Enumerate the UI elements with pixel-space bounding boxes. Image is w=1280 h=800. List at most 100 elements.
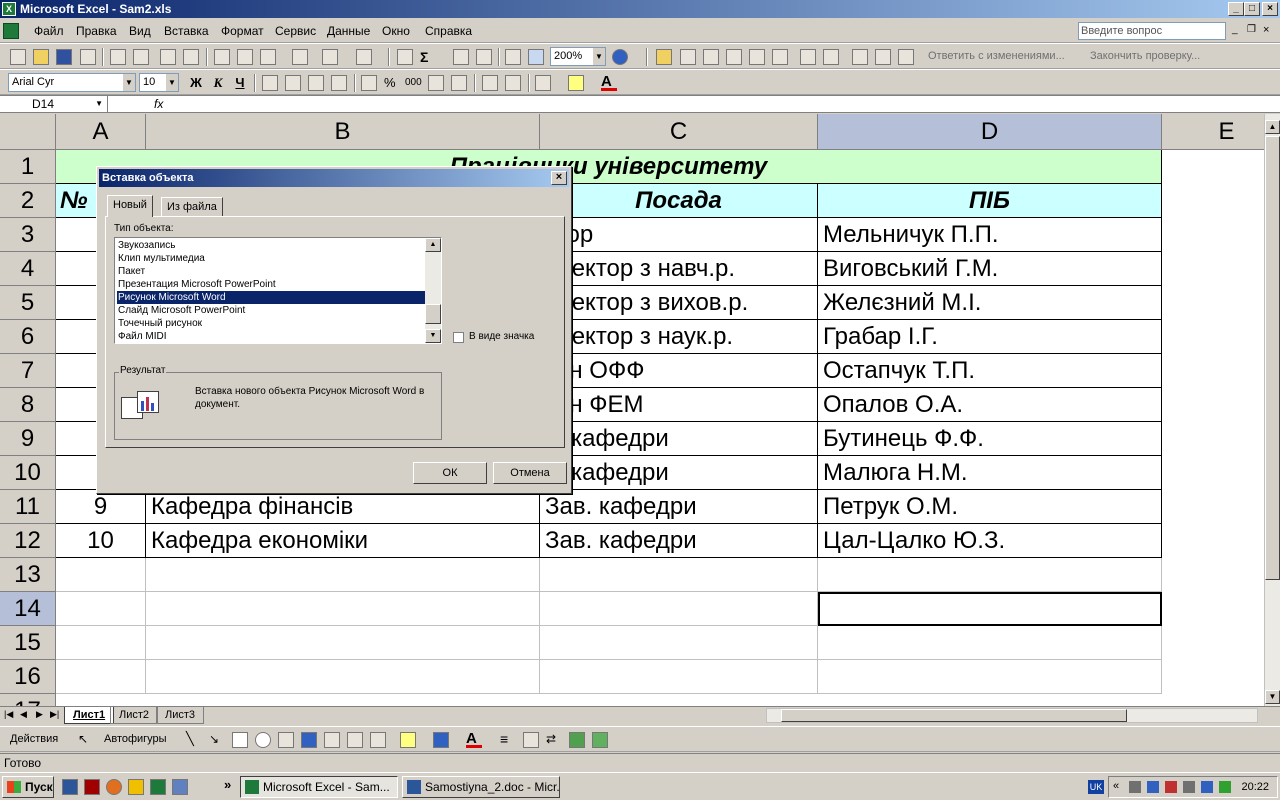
header-cell-position[interactable]: Посада: [540, 184, 818, 218]
scroll-up-icon[interactable]: ▲: [425, 238, 441, 252]
row-header[interactable]: 10: [0, 456, 56, 490]
row-header[interactable]: 16: [0, 660, 56, 694]
percent-icon[interactable]: %: [384, 75, 400, 91]
list-item[interactable]: Пакет: [117, 265, 425, 278]
review-icon-7[interactable]: [800, 49, 816, 65]
list-item[interactable]: Звукозапись: [117, 239, 425, 252]
review-icon-2[interactable]: [680, 49, 696, 65]
column-header-d[interactable]: D: [818, 114, 1162, 150]
paste-icon[interactable]: [260, 49, 276, 65]
quicklaunch-more-icon[interactable]: »: [224, 777, 231, 792]
menu-file[interactable]: Файл: [34, 24, 64, 38]
3d-icon[interactable]: [592, 732, 608, 748]
cell-number[interactable]: 9: [56, 490, 146, 524]
row-header[interactable]: 11: [0, 490, 56, 524]
dialog-close-icon[interactable]: ×: [551, 171, 567, 185]
review-icon-8[interactable]: [823, 49, 839, 65]
hyperlink-icon[interactable]: [397, 49, 413, 65]
line-color-icon[interactable]: [433, 732, 449, 748]
cell-name[interactable]: Петрук О.М.: [818, 490, 1162, 524]
empty-cell[interactable]: [818, 626, 1162, 660]
clipart-icon[interactable]: [347, 732, 363, 748]
cell-position[interactable]: в. кафедри: [540, 422, 818, 456]
list-item[interactable]: Презентация Microsoft PowerPoint: [117, 278, 425, 291]
maximize-icon[interactable]: □: [1244, 2, 1260, 16]
list-item[interactable]: Точечный рисунок: [117, 317, 425, 330]
row-header[interactable]: 17: [0, 694, 56, 706]
column-header-e[interactable]: E: [1162, 114, 1264, 150]
quicklaunch-icon-4[interactable]: [128, 779, 144, 795]
row-header-selected[interactable]: 14: [0, 592, 56, 626]
row-header[interactable]: 1: [0, 150, 56, 184]
spelling-icon[interactable]: [160, 49, 176, 65]
help-icon[interactable]: [612, 49, 628, 65]
scroll-thumb[interactable]: [425, 304, 441, 324]
ok-button[interactable]: ОК: [413, 462, 487, 484]
cancel-button[interactable]: Отмена: [493, 462, 567, 484]
currency-icon[interactable]: [361, 75, 377, 91]
empty-cell[interactable]: [540, 592, 818, 626]
tab-from-file[interactable]: Из файла: [161, 197, 223, 217]
vertical-scrollbar[interactable]: ▲ ▼: [1264, 114, 1280, 706]
line-icon[interactable]: ╲: [186, 732, 202, 748]
rectangle-icon[interactable]: [232, 732, 248, 748]
doc-close-icon[interactable]: ×: [1263, 24, 1269, 36]
empty-cell[interactable]: [540, 558, 818, 592]
new-icon[interactable]: [10, 49, 26, 65]
end-review-button[interactable]: Закончить проверку...: [1090, 50, 1200, 62]
save-quicklaunch-icon[interactable]: [84, 779, 100, 795]
cell-name[interactable]: Желєзний М.І.: [818, 286, 1162, 320]
select-pointer-icon[interactable]: ↖: [78, 732, 94, 748]
cell-name[interactable]: Виговський Г.М.: [818, 252, 1162, 286]
first-sheet-icon[interactable]: |◀: [4, 709, 13, 720]
minimize-icon[interactable]: _: [1228, 2, 1244, 16]
row-header[interactable]: 6: [0, 320, 56, 354]
empty-cell[interactable]: [540, 626, 818, 660]
list-item[interactable]: Файл MIDI: [117, 330, 425, 343]
chevron-down-icon[interactable]: ▼: [593, 48, 605, 65]
tab-new[interactable]: Новый: [107, 195, 153, 217]
review-icon-4[interactable]: [726, 49, 742, 65]
column-header-a[interactable]: A: [56, 114, 146, 150]
list-item[interactable]: Клип мультимедиа: [117, 252, 425, 265]
row-header[interactable]: 2: [0, 184, 56, 218]
print-preview-icon[interactable]: [133, 49, 149, 65]
empty-cell[interactable]: [56, 660, 146, 694]
task-excel[interactable]: Microsoft Excel - Sam...: [240, 776, 398, 798]
decrease-decimal-icon[interactable]: [451, 75, 467, 91]
cell-unit[interactable]: Кафедра економіки: [146, 524, 540, 558]
tray-expand-icon[interactable]: «: [1113, 780, 1119, 792]
tray-icon-1[interactable]: [1129, 781, 1141, 793]
menu-insert[interactable]: Вставка: [164, 24, 209, 38]
tray-icon-4[interactable]: [1183, 781, 1195, 793]
cell-position[interactable]: оректор з навч.р.: [540, 252, 818, 286]
row-header[interactable]: 12: [0, 524, 56, 558]
doc-restore-icon[interactable]: ❐: [1247, 24, 1256, 35]
task-word[interactable]: Samostiyna_2.doc - Micr...: [402, 776, 560, 798]
review-icon-3[interactable]: [703, 49, 719, 65]
cut-icon[interactable]: [214, 49, 230, 65]
cell-position[interactable]: Зав. кафедри: [540, 524, 818, 558]
arrow-icon[interactable]: ↘: [209, 732, 225, 748]
save-icon[interactable]: [56, 49, 72, 65]
display-as-icon-checkbox[interactable]: [453, 332, 464, 343]
empty-cell[interactable]: [540, 660, 818, 694]
menu-edit[interactable]: Правка: [76, 24, 117, 38]
menu-tools[interactable]: Сервис: [275, 24, 316, 38]
excel-quicklaunch-icon[interactable]: [150, 779, 166, 795]
start-button[interactable]: Пуск: [2, 776, 54, 798]
empty-cell[interactable]: [56, 592, 146, 626]
chevron-down-icon[interactable]: ▼: [166, 74, 178, 91]
permission-icon[interactable]: [80, 49, 96, 65]
autosum-icon[interactable]: Σ: [420, 49, 436, 65]
align-right-icon[interactable]: [308, 75, 324, 91]
row-header[interactable]: 9: [0, 422, 56, 456]
chevron-down-icon[interactable]: ▼: [123, 74, 135, 91]
horizontal-scrollbar[interactable]: [766, 708, 1258, 723]
menu-format[interactable]: Формат: [221, 24, 264, 38]
review-icon-6[interactable]: [772, 49, 788, 65]
actions-menu[interactable]: Действия: [10, 733, 58, 745]
cell-position[interactable]: кан ОФФ: [540, 354, 818, 388]
sheet-tab-1[interactable]: Лист1: [64, 707, 115, 724]
empty-cell[interactable]: [146, 592, 540, 626]
